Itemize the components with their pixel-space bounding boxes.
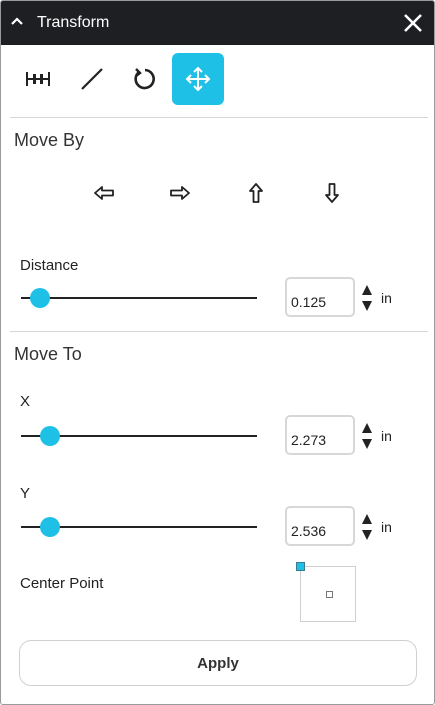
right-arrow-icon (170, 186, 190, 200)
y-label: Y (20, 485, 31, 502)
spin-up-icon[interactable] (361, 284, 373, 296)
move-tool-button[interactable] (172, 53, 224, 105)
y-spinner (360, 510, 374, 546)
spin-down-icon[interactable] (361, 529, 373, 541)
rotate-tool-button[interactable] (119, 53, 171, 105)
y-slider[interactable] (21, 516, 261, 538)
center-point-label: Center Point (20, 575, 104, 592)
anchor-top-left[interactable] (296, 562, 305, 571)
move-to-title: Move To (14, 344, 82, 364)
line-tool-button[interactable] (66, 53, 118, 105)
move-by-title: Move By (14, 130, 85, 150)
slider-thumb[interactable] (40, 517, 61, 537)
x-spinner (360, 419, 374, 455)
spin-down-icon[interactable] (361, 438, 373, 450)
slider-thumb[interactable] (29, 288, 50, 308)
move-up-button[interactable] (242, 179, 270, 207)
close-icon[interactable] (403, 13, 423, 33)
rotate-icon (134, 68, 155, 90)
y-input[interactable] (285, 506, 355, 546)
left-arrow-icon (94, 186, 114, 200)
tool-toolbar (1, 45, 434, 117)
x-input[interactable] (285, 415, 355, 455)
line-icon (81, 68, 103, 90)
panel-title: Transform (37, 14, 110, 31)
slider-track (21, 297, 257, 299)
panel-titlebar: Transform (1, 1, 434, 45)
chevron-up-icon[interactable] (10, 16, 24, 26)
up-arrow-icon (249, 183, 263, 203)
spin-down-icon[interactable] (361, 300, 373, 312)
x-slider[interactable] (21, 425, 261, 447)
align-tool-button[interactable] (12, 53, 64, 105)
y-unit: in (381, 519, 392, 535)
distance-input[interactable] (285, 277, 355, 317)
spin-up-icon[interactable] (361, 422, 373, 434)
transform-panel: Transform Move By Distance 0.125 in Move… (0, 0, 435, 705)
distance-unit: in (381, 290, 392, 306)
distance-label: Distance (20, 257, 79, 274)
spin-up-icon[interactable] (361, 513, 373, 525)
down-arrow-icon (325, 183, 339, 203)
slider-thumb[interactable] (40, 426, 61, 446)
move-right-button[interactable] (166, 179, 194, 207)
align-icon (26, 72, 50, 86)
move-icon (185, 66, 211, 92)
apply-button[interactable]: Apply (19, 640, 417, 686)
x-label: X (20, 393, 31, 410)
move-left-button[interactable] (90, 179, 118, 207)
anchor-center[interactable] (326, 591, 333, 598)
distance-slider[interactable] (21, 287, 261, 309)
move-down-button[interactable] (318, 179, 346, 207)
x-unit: in (381, 428, 392, 444)
distance-spinner (360, 281, 374, 317)
divider (10, 117, 428, 118)
divider (10, 331, 428, 332)
